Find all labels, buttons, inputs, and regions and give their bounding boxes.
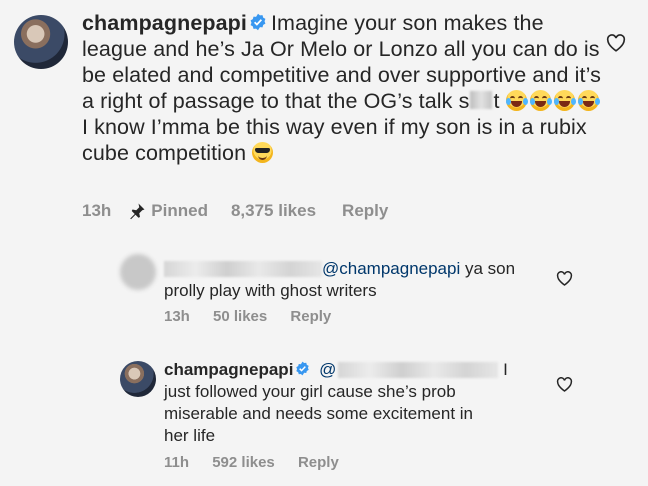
comment-text-part2: t: [493, 89, 500, 113]
comment-likes[interactable]: 8,375 likes: [231, 201, 316, 221]
reply-likes[interactable]: 592 likes: [212, 454, 275, 471]
reply-time: 13h: [164, 308, 190, 325]
reply-text-line2: prolly play with ghost writers: [164, 281, 377, 300]
reply-body: @champagnepapi ya son prolly play with g…: [164, 258, 564, 302]
reply-username[interactable]: champagnepapi: [164, 360, 293, 379]
avatar[interactable]: [14, 15, 68, 69]
comment-text-part3: I know I’mma be this way even if my son …: [82, 115, 587, 165]
redacted-username: [338, 361, 499, 378]
reply-text-line2: just followed your girl cause she’s prob: [164, 382, 456, 401]
reply-button[interactable]: Reply: [342, 201, 388, 221]
reply-mention[interactable]: @: [319, 360, 336, 379]
comment-username[interactable]: champagnepapi: [82, 11, 247, 35]
reply-mention[interactable]: @champagnepapi: [322, 259, 460, 278]
reply-button[interactable]: Reply: [298, 454, 339, 471]
reply-likes[interactable]: 50 likes: [213, 308, 267, 325]
reply-text-line3: miserable and needs some excitement in: [164, 404, 473, 423]
avatar[interactable]: [120, 254, 156, 290]
pin-icon: [130, 203, 145, 220]
reply-text-line1: ya son: [464, 259, 516, 278]
reply-time: 11h: [164, 454, 190, 471]
tears-of-joy-emoji: [553, 89, 576, 111]
reply-text-line4: her life: [164, 426, 216, 445]
tears-of-joy-emoji: [529, 89, 552, 111]
sunglasses-emoji: [252, 141, 274, 163]
censor-mark: [470, 91, 493, 110]
reply-body: champagnepapi @ I just followed your gir…: [164, 359, 564, 447]
tears-of-joy-emoji: [577, 89, 600, 111]
reply-text-line1: I: [503, 360, 508, 379]
tears-of-joy-emoji: [505, 89, 528, 111]
like-heart-icon[interactable]: [556, 377, 573, 392]
like-heart-icon[interactable]: [556, 271, 573, 286]
like-heart-icon[interactable]: [606, 34, 626, 52]
avatar[interactable]: [120, 361, 156, 397]
verified-badge-icon: [296, 361, 310, 376]
reply-button[interactable]: Reply: [290, 308, 331, 325]
pinned-label: Pinned: [151, 201, 208, 220]
reply-meta: 13h 50 likes Reply: [164, 308, 331, 325]
reply-meta: 11h 592 likes Reply: [164, 454, 339, 471]
redacted-username: [164, 260, 322, 277]
comment-meta: 13h Pinned 8,375 likes Reply: [82, 201, 388, 221]
verified-badge-icon: [250, 14, 266, 31]
comment-time: 13h: [82, 201, 112, 220]
comment-body: champagnepapi Imagine your son makes the …: [82, 10, 602, 166]
